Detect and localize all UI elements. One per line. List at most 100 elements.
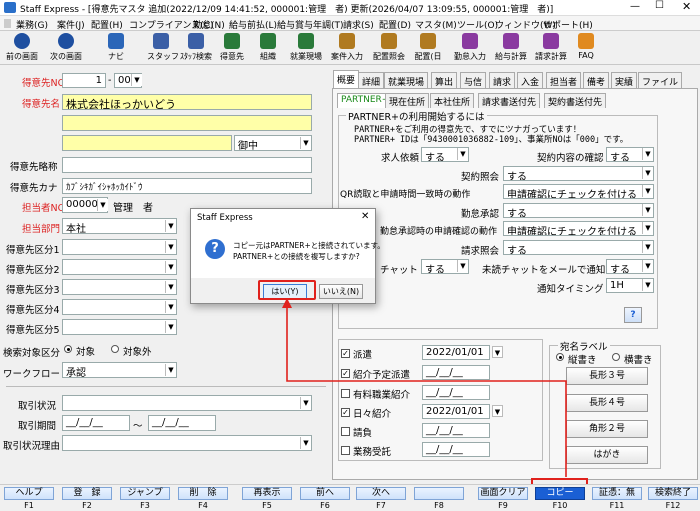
toolbar-staff-search[interactable]: ｽﾀｯﾌ検索: [178, 33, 214, 62]
toolbar-tokuisaki[interactable]: 得意先: [218, 33, 246, 62]
kubun-1-select[interactable]: [62, 239, 177, 255]
kakukei2-button[interactable]: 角形２号: [566, 420, 648, 438]
f8-button[interactable]: [414, 487, 464, 500]
ryakusho-input[interactable]: [62, 157, 312, 173]
toolbar-genba[interactable]: 就業現場: [288, 33, 324, 62]
tokuisaki-mei-input[interactable]: 株式会社ほっかいどう: [62, 94, 312, 110]
bumon-select[interactable]: 本社: [62, 218, 177, 234]
menu-item[interactable]: 業務(G): [16, 18, 48, 31]
tab-file[interactable]: ファイル: [638, 72, 683, 88]
kikan-to-input[interactable]: __/__/__: [148, 415, 216, 431]
tab-genba[interactable]: 就業現場: [384, 72, 429, 88]
riyu-select[interactable]: [62, 435, 312, 451]
search-off-radio[interactable]: [111, 345, 119, 353]
f1-help-button[interactable]: ヘルプ: [4, 487, 54, 500]
f4-delete-button[interactable]: 削 除: [178, 487, 228, 500]
subtab-keiyakusho[interactable]: 契約書送付先: [544, 93, 607, 108]
chevron-down-icon[interactable]: ▼: [642, 241, 653, 253]
chevron-down-icon[interactable]: ▼: [165, 301, 176, 313]
toolbar-seikyu[interactable]: 請求計算: [533, 33, 569, 62]
prev-screen-button[interactable]: 前の画面: [2, 33, 42, 62]
f10-copy-button[interactable]: コピー: [535, 487, 585, 500]
kintai-shinsei-select[interactable]: 申請確認にチェックを付ける: [503, 221, 654, 236]
torihiki-select[interactable]: [62, 395, 312, 411]
toolbar-kintai[interactable]: 勤怠入力: [452, 33, 488, 62]
toolbar-navi[interactable]: ナビ: [104, 33, 128, 62]
chevron-down-icon[interactable]: ▼: [131, 74, 142, 86]
menu-item[interactable]: 配置(H): [91, 18, 123, 31]
toolbar-haichi-day[interactable]: 配置(日: [410, 33, 446, 62]
chevron-down-icon[interactable]: ▼: [457, 260, 468, 272]
toolbar-kyuyo[interactable]: 給与計算: [493, 33, 529, 62]
chevron-down-icon[interactable]: ▼: [642, 222, 653, 234]
tab-gaiyo[interactable]: 概要: [333, 70, 360, 88]
kana-input[interactable]: ｶﾌﾞｼｷｶﾞｲｼｬﾎｯｶｲﾄﾞｳ: [62, 178, 312, 194]
kubun-2-select[interactable]: [62, 259, 177, 275]
f11-evidence-button[interactable]: 証憑：無: [592, 487, 642, 500]
workflow-select[interactable]: 承認: [62, 362, 177, 378]
yoko-radio[interactable]: [612, 353, 620, 361]
close-icon[interactable]: ✕: [682, 0, 691, 13]
chevron-down-icon[interactable]: ▼: [642, 260, 653, 272]
f6-prev-button[interactable]: 前へ: [300, 487, 350, 500]
tab-nyukin[interactable]: 入金: [517, 72, 544, 88]
toolbar-faq[interactable]: FAQ: [575, 33, 597, 60]
tab-jisseki[interactable]: 実績: [611, 72, 638, 88]
toolbar-anken[interactable]: 案件入力: [329, 33, 365, 62]
hagaki-button[interactable]: はがき: [566, 446, 648, 464]
toolbar-soshiki[interactable]: 組織: [256, 33, 280, 62]
chevron-down-icon[interactable]: ▼: [165, 364, 176, 376]
f9-clear-button[interactable]: 画面クリア: [478, 487, 528, 500]
chevron-down-icon[interactable]: ▼: [165, 321, 176, 333]
tab-shosai[interactable]: 詳細: [358, 72, 385, 88]
menu-item[interactable]: 案件(J): [57, 18, 85, 31]
f2-register-button[interactable]: 登 録: [62, 487, 112, 500]
chevron-down-icon[interactable]: ▼: [165, 281, 176, 293]
tokuisaki-mei-3-input[interactable]: [62, 135, 232, 151]
tab-yoshin[interactable]: 与信: [460, 72, 487, 88]
chevron-down-icon[interactable]: ▼: [165, 241, 176, 253]
subtab-honsha[interactable]: 本社住所: [430, 93, 475, 108]
menu-item[interactable]: 給与賞与年調(T): [277, 18, 344, 31]
chevron-down-icon[interactable]: ▼: [642, 167, 653, 179]
search-on-radio[interactable]: [64, 345, 72, 353]
tab-biko[interactable]: 備考: [583, 72, 610, 88]
kubun-5-select[interactable]: [62, 319, 177, 335]
tab-sanshutsu[interactable]: 算出: [431, 72, 458, 88]
chevron-down-icon[interactable]: ▼: [165, 261, 176, 273]
f12-search-end-button[interactable]: 検索終了: [648, 487, 698, 500]
tokuisaki-no-input[interactable]: 1: [62, 73, 106, 88]
next-screen-button[interactable]: 次の画面: [46, 33, 86, 62]
keiyaku-shokai-select[interactable]: する: [503, 166, 654, 181]
menu-item[interactable]: マスタ(M): [415, 18, 457, 31]
f7-next-button[interactable]: 次へ: [356, 487, 406, 500]
menu-item[interactable]: ツール(O): [457, 18, 498, 31]
toolbar-staff[interactable]: スタッフ: [147, 33, 179, 62]
kintai-shonin-select[interactable]: する: [503, 203, 654, 218]
tab-tantosha[interactable]: 担当者: [546, 72, 582, 88]
chokei3-button[interactable]: 長形３号: [566, 367, 648, 385]
chevron-down-icon[interactable]: ▼: [300, 137, 311, 149]
seikyu-shokai-select[interactable]: する: [503, 240, 654, 255]
chevron-down-icon[interactable]: ▼: [642, 185, 653, 197]
chokei4-button[interactable]: 長形４号: [566, 394, 648, 412]
f3-jump-button[interactable]: ジャンプ: [120, 487, 170, 500]
chevron-down-icon[interactable]: ▼: [642, 279, 653, 291]
dialog-close-icon[interactable]: ✕: [361, 211, 369, 222]
maximize-icon[interactable]: ☐: [655, 0, 664, 11]
menu-item[interactable]: サポート(H): [543, 18, 593, 31]
menu-item[interactable]: 請求(S): [343, 18, 374, 31]
subtab-seikyusho[interactable]: 請求書送付先: [478, 93, 541, 108]
chevron-down-icon[interactable]: ▼: [457, 148, 468, 160]
menu-item[interactable]: 給与前払(L): [229, 18, 277, 31]
chevron-down-icon[interactable]: ▼: [642, 204, 653, 216]
kubun-4-select[interactable]: [62, 299, 177, 315]
chevron-down-icon[interactable]: ▼: [642, 148, 653, 160]
kikan-from-input[interactable]: __/__/__: [62, 415, 130, 431]
minimize-icon[interactable]: —: [630, 1, 640, 12]
kubun-3-select[interactable]: [62, 279, 177, 295]
qr-select[interactable]: 申請確認にチェックを付ける: [503, 184, 654, 199]
tab-seikyu[interactable]: 請求: [489, 72, 516, 88]
f5-refresh-button[interactable]: 再表示: [242, 487, 292, 500]
menu-item[interactable]: 配置(D): [379, 18, 411, 31]
